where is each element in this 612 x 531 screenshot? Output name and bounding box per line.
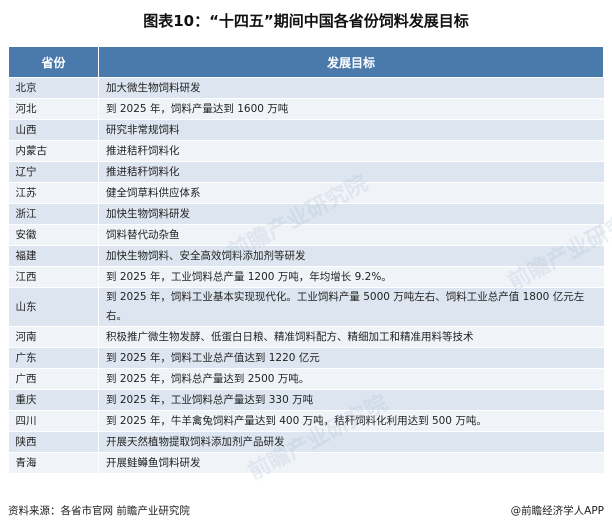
brand-credit: @前瞻经济学人APP — [510, 505, 604, 517]
goal-cell: 到 2025 年，饲料工业总产值达到 1220 亿元 — [98, 347, 604, 369]
goals-table: 省份 发展目标 北京 加大微生物饲料研发 河北到 2025 年，饲料产量达到 160… — [8, 46, 604, 474]
province-cell: 山西 — [8, 119, 99, 141]
table-row: 河北到 2025 年，饲料产量达到 1600 万吨 — [8, 98, 604, 120]
province-cell: 陕西 — [8, 431, 99, 453]
source-note: 资料来源：各省市官网 前瞻产业研究院 — [8, 505, 190, 517]
province-cell: 河北 — [8, 98, 99, 120]
goal-cell: 饲料替代动杂鱼 — [98, 224, 604, 246]
goal-cell: 到 2025 年，饲料工业基本实现现代化。工业饲料产量 5000 万吨左右、饲料… — [98, 287, 604, 327]
table-row: 河南 积极推广微生物发酵、低蛋白日粮、精准饲料配方、精细加工和精准用料等技术 — [8, 326, 604, 348]
table-row: 重庆到 2025 年，工业饲料总产量达到 330 万吨 — [8, 389, 604, 411]
province-cell: 辽宁 — [8, 161, 99, 183]
header-goal: 发展目标 — [98, 46, 604, 78]
province-cell: 山东 — [8, 287, 99, 327]
province-cell: 广西 — [8, 368, 99, 390]
province-cell: 江苏 — [8, 182, 99, 204]
goal-cell: 开展鲑鳟鱼饲料研发 — [98, 452, 604, 474]
table-header-row: 省份 发展目标 — [8, 46, 604, 78]
table-row: 安徽 饲料替代动杂鱼 — [8, 224, 604, 246]
table-row: 陕西 开展天然植物提取饲料添加剂产品研发 — [8, 431, 604, 453]
province-cell: 青海 — [8, 452, 99, 474]
table-row: 浙江 加快生物饲料研发 — [8, 203, 604, 225]
table-row: 山西 研究非常规饲料 — [8, 119, 604, 141]
goal-cell: 推进秸秆饲料化 — [98, 140, 604, 162]
goal-cell: 推进秸秆饲料化 — [98, 161, 604, 183]
table-row: 青海 开展鲑鳟鱼饲料研发 — [8, 452, 604, 474]
goal-cell: 加快生物饲料研发 — [98, 203, 604, 225]
province-cell: 四川 — [8, 410, 99, 432]
goal-cell: 到 2025 年，牛羊禽兔饲料产量达到 400 万吨，秸秆饲料化利用达到 500… — [98, 410, 604, 432]
table-row: 福建 加快生物饲料、安全高效饲料添加剂等研发 — [8, 245, 604, 267]
goal-cell: 研究非常规饲料 — [98, 119, 604, 141]
province-cell: 内蒙古 — [8, 140, 99, 162]
goal-cell: 加大微生物饲料研发 — [98, 77, 604, 99]
table-body: 北京 加大微生物饲料研发 河北到 2025 年，饲料产量达到 1600 万吨 山西 研究… — [8, 77, 604, 474]
province-cell: 安徽 — [8, 224, 99, 246]
table-row: 四川到 2025 年，牛羊禽兔饲料产量达到 400 万吨，秸秆饲料化利用达到 5… — [8, 410, 604, 432]
table-row: 内蒙古 推进秸秆饲料化 — [8, 140, 604, 162]
province-cell: 北京 — [8, 77, 99, 99]
goal-cell: 到 2025 年，工业饲料总产量达到 330 万吨 — [98, 389, 604, 411]
footer: 资料来源：各省市官网 前瞻产业研究院 @前瞻经济学人APP — [0, 500, 612, 522]
province-cell: 福建 — [8, 245, 99, 267]
table-row: 北京 加大微生物饲料研发 — [8, 77, 604, 99]
table-row: 广西到 2025 年，饲料总产量达到 2500 万吨。 — [8, 368, 604, 390]
goal-cell: 到 2025 年，饲料产量达到 1600 万吨 — [98, 98, 604, 120]
goal-cell: 加快生物饲料、安全高效饲料添加剂等研发 — [98, 245, 604, 267]
goal-cell: 开展天然植物提取饲料添加剂产品研发 — [98, 431, 604, 453]
table-row: 广东到 2025 年，饲料工业总产值达到 1220 亿元 — [8, 347, 604, 369]
province-cell: 江西 — [8, 266, 99, 288]
goal-cell: 健全饲草料供应体系 — [98, 182, 604, 204]
province-cell: 河南 — [8, 326, 99, 348]
header-province: 省份 — [8, 46, 99, 78]
goal-cell: 到 2025 年，工业饲料总产量 1200 万吨，年均增长 9.2%。 — [98, 266, 604, 288]
province-cell: 浙江 — [8, 203, 99, 225]
table-row: 山东到 2025 年，饲料工业基本实现现代化。工业饲料产量 5000 万吨左右、… — [8, 287, 604, 327]
goal-cell: 到 2025 年，饲料总产量达到 2500 万吨。 — [98, 368, 604, 390]
table-row: 江西到 2025 年，工业饲料总产量 1200 万吨，年均增长 9.2%。 — [8, 266, 604, 288]
province-cell: 重庆 — [8, 389, 99, 411]
table-row: 江苏 健全饲草料供应体系 — [8, 182, 604, 204]
province-cell: 广东 — [8, 347, 99, 369]
chart-title: 图表10：“十四五”期间中国各省份饲料发展目标 — [143, 12, 469, 30]
table-row: 辽宁 推进秸秆饲料化 — [8, 161, 604, 183]
goal-cell: 积极推广微生物发酵、低蛋白日粮、精准饲料配方、精细加工和精准用料等技术 — [98, 326, 604, 348]
